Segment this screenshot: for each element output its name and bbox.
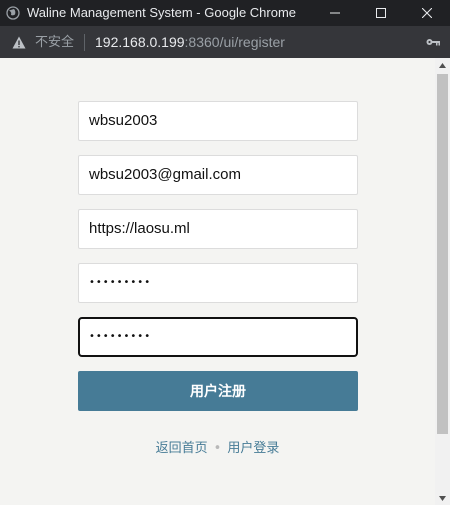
vertical-scrollbar[interactable] (435, 58, 450, 505)
login-link[interactable]: 用户登录 (227, 441, 279, 456)
scroll-up-button[interactable] (435, 58, 450, 72)
back-home-link[interactable]: 返回首页 (156, 441, 208, 456)
footer-links: 返回首页 • 用户登录 (0, 440, 435, 458)
arrow-down-icon (439, 495, 446, 501)
email-field[interactable]: wbsu2003@gmail.com (78, 155, 358, 195)
window-title: Waline Management System - Google Chrome (27, 5, 297, 20)
close-icon (422, 8, 432, 18)
minimize-icon (330, 12, 340, 14)
window-titlebar: Waline Management System - Google Chrome (0, 0, 450, 26)
maximize-button[interactable] (358, 0, 404, 26)
link-separator: • (213, 441, 222, 456)
address-divider (84, 34, 85, 51)
nickname-field[interactable]: wbsu2003 (78, 101, 358, 141)
page-viewport: wbsu2003 wbsu2003@gmail.com https://laos… (0, 58, 435, 505)
maximize-icon (376, 8, 386, 18)
warning-icon[interactable] (12, 36, 26, 49)
address-bar[interactable]: 不安全 192.168.0.199:8360/ui/register (0, 26, 450, 58)
register-button[interactable]: 用户注册 (78, 371, 358, 411)
password-field[interactable]: ••••••••• (78, 263, 358, 303)
minimize-button[interactable] (312, 0, 358, 26)
website-field[interactable]: https://laosu.ml (78, 209, 358, 249)
password-confirm-field[interactable]: ••••••••• (78, 317, 358, 357)
url-host: 192.168.0.199 (95, 34, 185, 50)
globe-icon (6, 6, 20, 20)
close-button[interactable] (404, 0, 450, 26)
arrow-up-icon (439, 62, 446, 68)
url-path: :8360/ui/register (184, 34, 285, 50)
key-icon[interactable] (426, 37, 440, 47)
scroll-down-button[interactable] (435, 491, 450, 505)
security-label[interactable]: 不安全 (35, 34, 74, 50)
url-text[interactable]: 192.168.0.199:8360/ui/register (95, 33, 285, 51)
scrollbar-thumb[interactable] (437, 74, 448, 434)
